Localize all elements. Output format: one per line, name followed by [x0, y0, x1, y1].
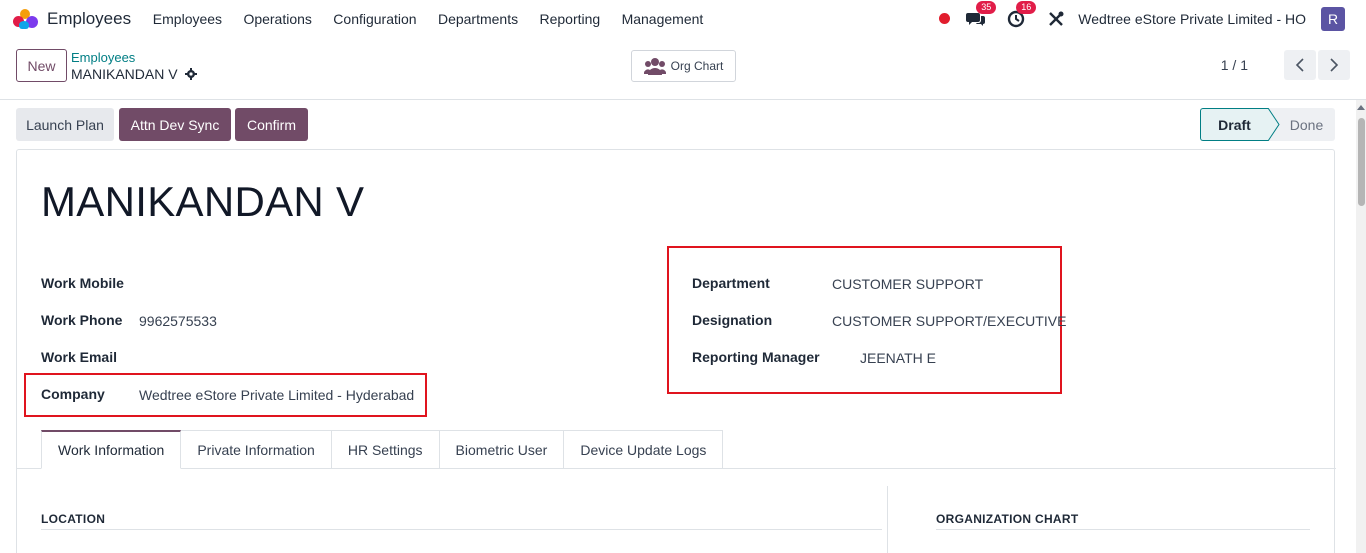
- messages-badge: 35: [976, 0, 997, 14]
- tab-hr-settings[interactable]: HR Settings: [331, 430, 440, 469]
- attn-dev-sync-button[interactable]: Attn Dev Sync: [119, 108, 231, 141]
- work-phone-field[interactable]: 9962575533: [139, 313, 217, 329]
- reporting-manager-field[interactable]: JEENATH E: [860, 350, 936, 366]
- chevron-left-icon: [1295, 58, 1304, 72]
- breadcrumb-employees[interactable]: Employees: [71, 50, 135, 65]
- work-email-label: Work Email: [41, 349, 117, 365]
- chevron-right-icon: [1330, 58, 1339, 72]
- department-field[interactable]: CUSTOMER SUPPORT: [832, 276, 983, 292]
- scroll-thumb[interactable]: [1358, 118, 1365, 206]
- users-icon: [643, 58, 666, 75]
- org-chart-section-rule: [936, 529, 1310, 530]
- stage-draft-label: Draft: [1218, 116, 1251, 133]
- employee-name[interactable]: MANIKANDAN V: [41, 178, 364, 226]
- new-button[interactable]: New: [16, 49, 67, 82]
- tab-work-information[interactable]: Work Information: [41, 430, 182, 469]
- tab-biometric-user[interactable]: Biometric User: [439, 430, 565, 469]
- org-chart-button[interactable]: Org Chart: [631, 50, 736, 82]
- menu-operations[interactable]: Operations: [233, 11, 323, 27]
- control-panel: New Employees MANIKANDAN V Org Chart 1 /…: [0, 37, 1366, 100]
- user-avatar[interactable]: R: [1321, 6, 1345, 31]
- pager-value[interactable]: 1 / 1: [1221, 57, 1248, 73]
- column-divider: [887, 486, 888, 553]
- stage-draft[interactable]: Draft: [1200, 108, 1280, 141]
- stage-bar: Draft Done: [1200, 108, 1335, 141]
- page-scrollbar[interactable]: [1356, 100, 1366, 553]
- form-sheet: MANIKANDAN V Work Mobile Work Phone 9962…: [16, 149, 1336, 553]
- top-navbar: Employees Employees Operations Configura…: [0, 0, 1366, 37]
- main-menu: Employees Operations Configuration Depar…: [142, 11, 714, 27]
- recording-indicator-icon[interactable]: [939, 13, 951, 24]
- designation-field[interactable]: CUSTOMER SUPPORT/EXECUTIVE: [832, 313, 1066, 329]
- pager-next-button[interactable]: [1318, 50, 1350, 80]
- menu-reporting[interactable]: Reporting: [529, 11, 611, 27]
- employees-app-icon: [13, 8, 40, 29]
- debug-tools-button[interactable]: [1044, 7, 1068, 31]
- company-switcher[interactable]: Wedtree eStore Private Limited - HO: [1078, 11, 1306, 27]
- navbar-right: 35 16 Wedtree eStore Private Limited - H…: [939, 0, 1366, 37]
- scroll-up-icon[interactable]: [1357, 105, 1365, 110]
- menu-departments[interactable]: Departments: [427, 11, 529, 27]
- location-section-rule: [41, 529, 882, 530]
- pager-previous-button[interactable]: [1284, 50, 1316, 80]
- app-title: Employees: [47, 8, 132, 28]
- form-tabs: Work Information Private Information HR …: [41, 430, 724, 469]
- reporting-manager-label: Reporting Manager: [692, 349, 820, 365]
- menu-management[interactable]: Management: [611, 11, 714, 27]
- menu-configuration[interactable]: Configuration: [323, 11, 428, 27]
- breadcrumb-current: MANIKANDAN V: [71, 66, 197, 82]
- company-label: Company: [41, 386, 105, 402]
- activities-button[interactable]: 16: [1004, 0, 1037, 31]
- tab-private-information[interactable]: Private Information: [181, 430, 332, 469]
- org-chart-label: Org Chart: [670, 59, 724, 73]
- tools-icon: [1049, 11, 1064, 26]
- tab-device-update-logs[interactable]: Device Update Logs: [564, 430, 724, 469]
- stage-arrow-icon: [1268, 108, 1280, 141]
- messages-button[interactable]: 35: [964, 0, 997, 31]
- launch-plan-button[interactable]: Launch Plan: [16, 108, 114, 141]
- work-phone-label: Work Phone: [41, 312, 123, 328]
- location-section-title: LOCATION: [41, 512, 106, 526]
- record-name: MANIKANDAN V: [71, 66, 178, 82]
- activities-badge: 16: [1016, 0, 1037, 14]
- confirm-button[interactable]: Confirm: [235, 108, 308, 141]
- designation-label: Designation: [692, 312, 773, 328]
- department-label: Department: [692, 275, 770, 291]
- status-bar: Launch Plan Attn Dev Sync Confirm Draft …: [0, 100, 1356, 148]
- app-brand[interactable]: Employees: [13, 8, 132, 29]
- org-chart-section-title: ORGANIZATION CHART: [936, 512, 1079, 526]
- gear-icon[interactable]: [184, 68, 197, 80]
- work-mobile-label: Work Mobile: [41, 275, 124, 291]
- menu-employees[interactable]: Employees: [142, 11, 233, 27]
- company-field[interactable]: Wedtree eStore Private Limited - Hyderab…: [139, 387, 414, 403]
